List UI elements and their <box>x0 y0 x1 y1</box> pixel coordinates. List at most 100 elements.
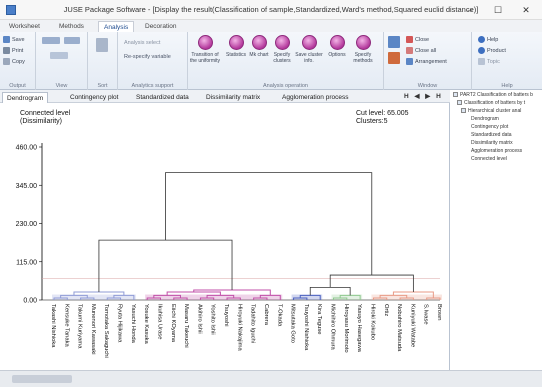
group-label-output: Output <box>9 83 26 89</box>
group-label-help: Help <box>501 83 513 89</box>
leaf-label: Michihiro Ohmura <box>330 304 336 351</box>
tree-root[interactable]: PART2 Classification of batters b <box>453 92 533 98</box>
arrangement-button[interactable]: Arrangement <box>406 58 447 65</box>
product-button[interactable]: Product <box>478 47 506 54</box>
cluster-4-block <box>331 294 363 300</box>
save-icon <box>3 36 10 43</box>
tree-hierarchical[interactable]: Hierarchical cluster anal <box>461 108 521 114</box>
tab-standardized-data[interactable]: Standardized data <box>132 92 193 103</box>
ribbon-tabs: Worksheet Methods Analysis Decoration <box>0 20 542 32</box>
specify-clusters-icon <box>274 35 290 50</box>
leaf-label: Hiroki Kokubo <box>369 304 375 340</box>
close-all-button[interactable]: Close all <box>406 47 436 54</box>
tab-worksheet[interactable]: Worksheet <box>4 21 45 32</box>
tab-analysis[interactable]: Analysis <box>98 21 135 32</box>
sort-icon <box>96 38 108 52</box>
leaf-label: Hiroyuki Nakajima <box>236 304 242 351</box>
leaf-label: Kensuke Tanaka <box>63 304 69 348</box>
tab-decoration[interactable]: Decoration <box>140 21 181 32</box>
y-tick-label: 345.00 <box>16 183 38 190</box>
leaf-label: Ortiz <box>383 304 389 316</box>
tree-item-dissimilarity[interactable]: Dissimilarity matrix <box>471 140 513 146</box>
transition-icon <box>197 35 213 50</box>
zoom-icon <box>42 37 60 44</box>
leaf-label: T-Okada <box>276 304 282 327</box>
title-bar: JUSE Package Software - [Display the res… <box>0 0 542 20</box>
print-button[interactable]: Print <box>3 47 23 54</box>
tree-item-standardized[interactable]: Standardized data <box>471 132 512 138</box>
analysis-select-button[interactable]: Analysis select <box>124 40 160 46</box>
cluster-5-block <box>371 294 442 300</box>
sort-button[interactable] <box>96 38 110 52</box>
help-button[interactable]: Help <box>478 36 498 43</box>
leaf-label: Kuniyuki Watabe <box>409 304 415 347</box>
tab-nav-arrows[interactable]: H ◀ ▶ H <box>404 92 443 100</box>
cascade-button[interactable] <box>388 52 402 64</box>
leaf-label: Cabrera <box>263 304 269 326</box>
respecify-variable-button[interactable]: Re-specify variable <box>124 54 171 60</box>
leaf-label: Yasuchi Honda <box>130 304 136 344</box>
topic-icon <box>478 58 485 65</box>
save-button[interactable]: Save <box>3 36 25 43</box>
leaf-label: Kira Teguse <box>316 304 322 335</box>
leaf-label: Yosuke Kasuka <box>143 304 149 345</box>
leaf-label: Brown <box>436 304 442 320</box>
group-label-analysis-operation: Analysis operation <box>263 83 308 89</box>
leaf-label: Nobuhiro Matsuda <box>396 304 402 352</box>
y-tick-label: 230.00 <box>16 221 38 228</box>
specify-clusters-button[interactable]: Specify clusters <box>267 35 297 75</box>
leaf-label: Tsuyoshi <box>223 304 229 327</box>
group-analysis-operation: Transition of the uniformity Statistics … <box>188 32 384 90</box>
tab-contingency-plot[interactable]: Contingency plot <box>66 92 122 103</box>
folder-icon <box>461 108 466 114</box>
tree-item-dendrogram[interactable]: Dendrogram <box>471 116 499 122</box>
leaf-label: Takumi Kuriyama <box>77 304 83 349</box>
scrollbar-thumb[interactable] <box>12 375 72 383</box>
save-cluster-info-button[interactable]: Save cluster info. <box>294 35 324 75</box>
specify-methods-button[interactable]: Specify methods <box>348 35 378 75</box>
topic-button[interactable]: Topic <box>478 58 500 65</box>
leaf-label: Tomotaka Sakaguchi <box>103 304 109 358</box>
leaf-label: S.Iwase <box>423 304 429 325</box>
layout-icon <box>50 52 68 59</box>
transition-uniformity-button[interactable]: Transition of the uniformity <box>190 35 220 75</box>
ribbon: Save Print Copy Output View Sort Analysi… <box>0 32 542 90</box>
y-tick-label: 460.00 <box>16 145 38 152</box>
fit-button[interactable] <box>64 37 82 44</box>
group-label-window: Window <box>417 83 438 89</box>
tree-item-agglomeration[interactable]: Agglomeration process <box>471 148 522 154</box>
tab-dissimilarity-matrix[interactable]: Dissimilarity matrix <box>202 92 264 103</box>
leaf-label: Tsuyoshi Nishioka <box>303 304 309 351</box>
horizontal-scrollbar[interactable] <box>0 370 542 387</box>
zoom-button[interactable] <box>42 37 62 44</box>
tab-dendrogram[interactable]: Dendrogram <box>2 92 49 103</box>
cluster-3-block <box>291 294 323 300</box>
dendrogram-chart: 460.00 345.00 230.00 115.00 0.00 Takashi Nish… <box>16 143 442 358</box>
layout-button[interactable] <box>50 52 70 59</box>
cluster-1-block <box>52 294 136 300</box>
close-window-button[interactable]: ✕ <box>514 2 538 18</box>
product-icon <box>478 47 485 54</box>
specify-methods-icon <box>355 35 371 50</box>
tree-item-contingency[interactable]: Contingency plot <box>471 124 508 130</box>
tab-methods[interactable]: Methods <box>54 21 89 32</box>
merge-cluster-1-2 <box>98 239 233 293</box>
tab-agglomeration-process[interactable]: Agglomeration process <box>278 92 352 103</box>
group-label-analytics-support: Analytics support <box>131 83 174 89</box>
folder-icon <box>453 92 458 98</box>
tree-item-connected-level[interactable]: Connected level <box>471 156 507 162</box>
leaf-label: Masaru Takeuchi <box>183 304 189 348</box>
minimize-button[interactable]: – <box>458 2 482 18</box>
close-button[interactable]: Close <box>406 36 429 43</box>
tree-classification[interactable]: Classification of batters by t <box>457 100 525 106</box>
folder-icon <box>457 100 462 106</box>
fit-icon <box>64 37 80 44</box>
help-icon <box>478 36 485 43</box>
leaf-label: Yoshito Ishii <box>210 304 216 335</box>
leaf-label: Eiichi KOyama <box>170 304 176 343</box>
leaf-label: Ryuta Hijikawa <box>117 304 123 343</box>
maximize-button[interactable]: ☐ <box>486 2 510 18</box>
tile-button[interactable] <box>388 36 402 48</box>
group-view: View <box>36 32 88 90</box>
copy-button[interactable]: Copy <box>3 58 25 65</box>
